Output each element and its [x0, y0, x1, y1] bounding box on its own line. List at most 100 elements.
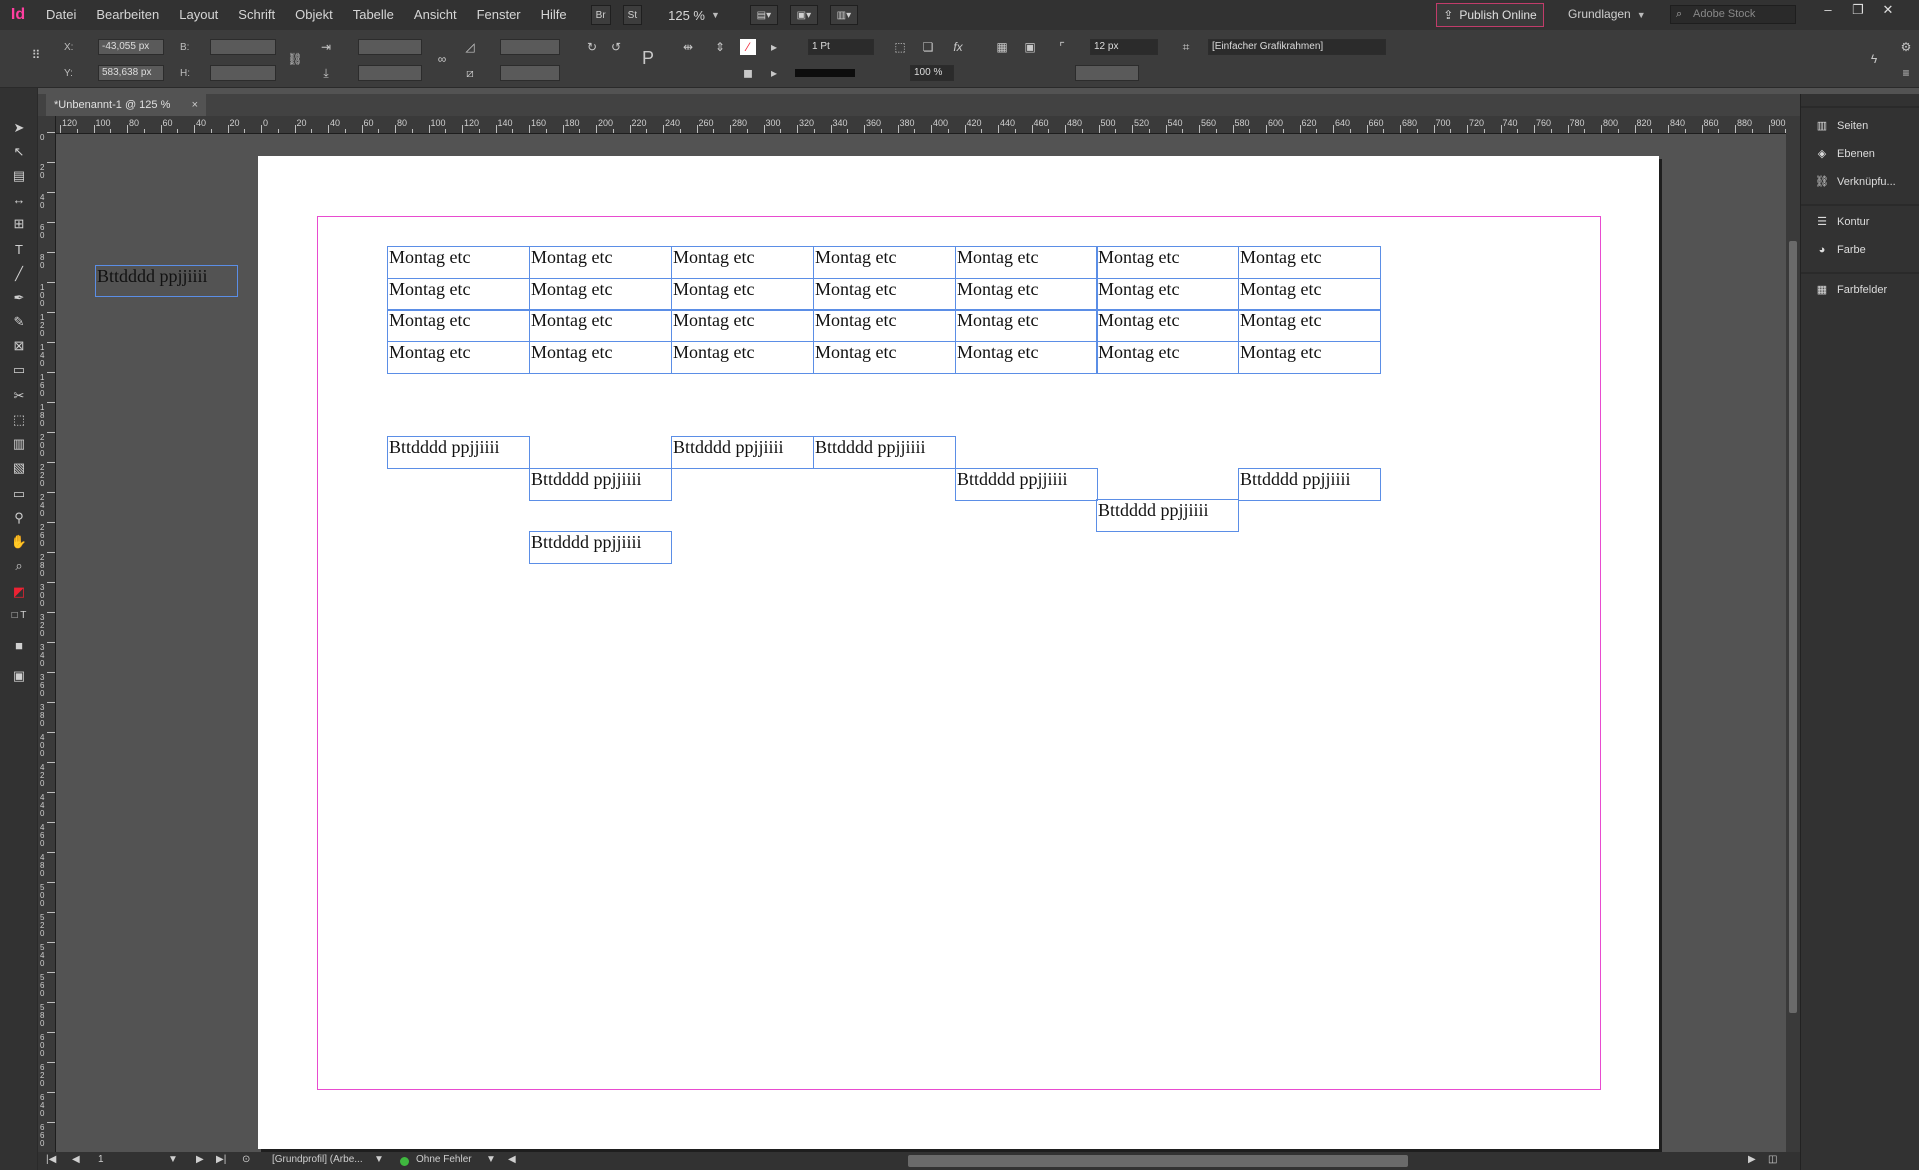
text-frame[interactable]: Bttdddd ppjjiiii [1238, 468, 1381, 501]
panel-farbe[interactable]: ◕ Farbe [1813, 240, 1913, 260]
constrain-proportions-icon[interactable]: ⛓ [287, 51, 303, 67]
prev-page-icon[interactable]: ◀ [72, 1154, 80, 1165]
vertical-scroll-thumb[interactable] [1789, 241, 1797, 1013]
table-cell-montag[interactable]: Montag etc [813, 246, 956, 279]
menu-objekt[interactable]: Objekt [285, 0, 343, 30]
menu-datei[interactable]: Datei [36, 0, 86, 30]
note-tool-icon[interactable]: ▭ [8, 484, 30, 504]
vertical-scrollbar[interactable] [1786, 116, 1800, 1152]
adobe-stock-search[interactable]: ⌕ Adobe Stock [1670, 5, 1796, 24]
hand-tool-icon[interactable]: ✋ [8, 532, 30, 552]
close-tab-icon[interactable]: × [192, 94, 198, 116]
effects-icon[interactable]: fx [950, 39, 966, 55]
table-cell-montag[interactable]: Montag etc [529, 278, 672, 311]
table-cell-montag[interactable]: Montag etc [529, 309, 672, 342]
table-cell-montag[interactable]: Montag etc [529, 246, 672, 279]
publish-online-button[interactable]: ⇪ Publish Online [1436, 3, 1544, 27]
rectangle-tool-icon[interactable]: ▭ [8, 360, 30, 380]
table-cell-montag[interactable]: Montag etc [671, 309, 814, 342]
x-position-field[interactable]: -43,055 px [98, 39, 164, 55]
pencil-tool-icon[interactable]: ✎ [8, 312, 30, 332]
table-cell-montag[interactable]: Montag etc [387, 278, 530, 311]
restore-icon[interactable]: ❐ [1843, 0, 1873, 22]
stock-button[interactable]: St [622, 5, 643, 25]
document-tab[interactable]: *Unbenannt-1 @ 125 % × [46, 94, 206, 116]
link-scale-icon[interactable]: ∞ [434, 51, 450, 67]
gradient-feather-tool-icon[interactable]: ▧ [8, 458, 30, 478]
path-type-icon[interactable]: P [640, 49, 656, 67]
table-cell-montag[interactable]: Montag etc [387, 246, 530, 279]
scale-x-field[interactable] [358, 39, 422, 55]
width-field[interactable] [210, 39, 276, 55]
table-cell-montag[interactable]: Montag etc [387, 341, 530, 374]
table-cell-montag[interactable]: Montag etc [671, 341, 814, 374]
text-frame[interactable]: Bttdddd ppjjiiii [529, 531, 672, 564]
y-position-field[interactable]: 583,638 px [98, 65, 164, 81]
menu-tabelle[interactable]: Tabelle [343, 0, 404, 30]
table-cell-montag[interactable]: Montag etc [955, 341, 1098, 374]
page-dropdown-icon[interactable]: ▼ [168, 1154, 178, 1165]
gradient-swatch-tool-icon[interactable]: ▥ [8, 434, 30, 454]
scroll-right-icon[interactable]: ▶ [1748, 1154, 1756, 1165]
direct-selection-tool-icon[interactable]: ↖ [8, 142, 30, 162]
pasteboard-text-frame[interactable]: Bttdddd ppjjiiii [95, 265, 238, 297]
stroke-swatch-icon[interactable]: ◼ [740, 65, 756, 81]
bridge-button[interactable]: Br [590, 5, 611, 25]
text-frame[interactable]: Bttdddd ppjjiiii [529, 468, 672, 501]
zoom-dropdown-icon[interactable]: ▼ [711, 10, 720, 20]
table-cell-montag[interactable]: Montag etc [813, 309, 956, 342]
table-cell-montag[interactable]: Montag etc [671, 246, 814, 279]
screen-mode-icon[interactable]: ▣▾ [789, 5, 818, 25]
settings-gear-icon[interactable]: ⚙ [1898, 39, 1914, 55]
preflight-dropdown-icon[interactable]: ▼ [486, 1154, 496, 1165]
scale-y-field[interactable] [358, 65, 422, 81]
menu-fenster[interactable]: Fenster [467, 0, 531, 30]
corner-options-icon[interactable]: ⌜ [1054, 39, 1070, 55]
profile-dropdown-icon[interactable]: ▼ [374, 1154, 384, 1165]
pen-tool-icon[interactable]: ✒ [8, 288, 30, 308]
drop-shadow-icon[interactable]: ❏ [920, 39, 936, 55]
menu-schrift[interactable]: Schrift [228, 0, 285, 30]
zoom-tool-icon[interactable]: ⌕ [8, 556, 30, 576]
text-wrap-icon[interactable]: ▦ [994, 39, 1010, 55]
split-window-icon[interactable]: ◫ [1768, 1154, 1777, 1165]
shear-field[interactable] [500, 65, 560, 81]
type-tool-icon[interactable]: T [8, 240, 30, 260]
free-transform-tool-icon[interactable]: ⬚ [8, 410, 30, 430]
line-tool-icon[interactable]: ╱ [8, 264, 30, 284]
screen-mode-tool-icon[interactable]: ▣ [8, 666, 30, 686]
text-frame[interactable]: Bttdddd ppjjiiii [671, 436, 814, 469]
flip-vertical-icon[interactable]: ⇕ [712, 39, 728, 55]
table-cell-montag[interactable]: Montag etc [955, 278, 1098, 311]
secondary-field[interactable] [1075, 65, 1139, 81]
stroke-dropdown-icon[interactable]: ▸ [766, 65, 782, 81]
menu-ansicht[interactable]: Ansicht [404, 0, 467, 30]
frame-fitting-icon[interactable]: ⬚ [892, 39, 908, 55]
open-page-icon[interactable]: ⊙ [242, 1154, 250, 1165]
panel-ebenen[interactable]: ◈ Ebenen [1813, 144, 1913, 164]
table-cell-montag[interactable]: Montag etc [1096, 309, 1239, 342]
last-page-icon[interactable]: ▶| [216, 1154, 226, 1165]
table-cell-montag[interactable]: Montag etc [1238, 246, 1381, 279]
zoom-level[interactable]: 125 % [668, 8, 705, 23]
menu-layout[interactable]: Layout [169, 0, 228, 30]
stroke-type-preview[interactable] [795, 69, 855, 77]
selection-tool-icon[interactable]: ➤ [8, 118, 30, 138]
table-cell-montag[interactable]: Montag etc [1238, 309, 1381, 342]
gap-tool-icon[interactable]: ↔ [8, 190, 30, 210]
horizontal-ruler[interactable]: 120 100 80 60 40 20 0 20 40 60 80 100 120 140 160 180 20… [56, 116, 1800, 134]
panel-verknuepfungen[interactable]: ⛓ Verknüpfu... [1813, 172, 1913, 192]
panel-seiten[interactable]: ▥ Seiten [1813, 116, 1913, 136]
scissors-tool-icon[interactable]: ✂ [8, 386, 30, 406]
table-cell-montag[interactable]: Montag etc [813, 278, 956, 311]
rotate-cw-icon[interactable]: ↻ [584, 39, 600, 55]
rotate-ccw-icon[interactable]: ↺ [608, 39, 624, 55]
page-number-field[interactable]: 1 [98, 1154, 104, 1165]
table-cell-montag[interactable]: Montag etc [813, 341, 956, 374]
table-cell-montag[interactable]: Montag etc [1096, 341, 1239, 374]
table-cell-montag[interactable]: Montag etc [955, 246, 1098, 279]
apply-color-icon[interactable]: ■ [8, 636, 30, 656]
vertical-ruler[interactable]: 0 20 40 60 80 100 120 140 160 180 200 220 240 260 280 3… [38, 116, 56, 1152]
minimize-icon[interactable]: – [1813, 0, 1843, 22]
scroll-left-icon[interactable]: ◀ [508, 1154, 516, 1165]
